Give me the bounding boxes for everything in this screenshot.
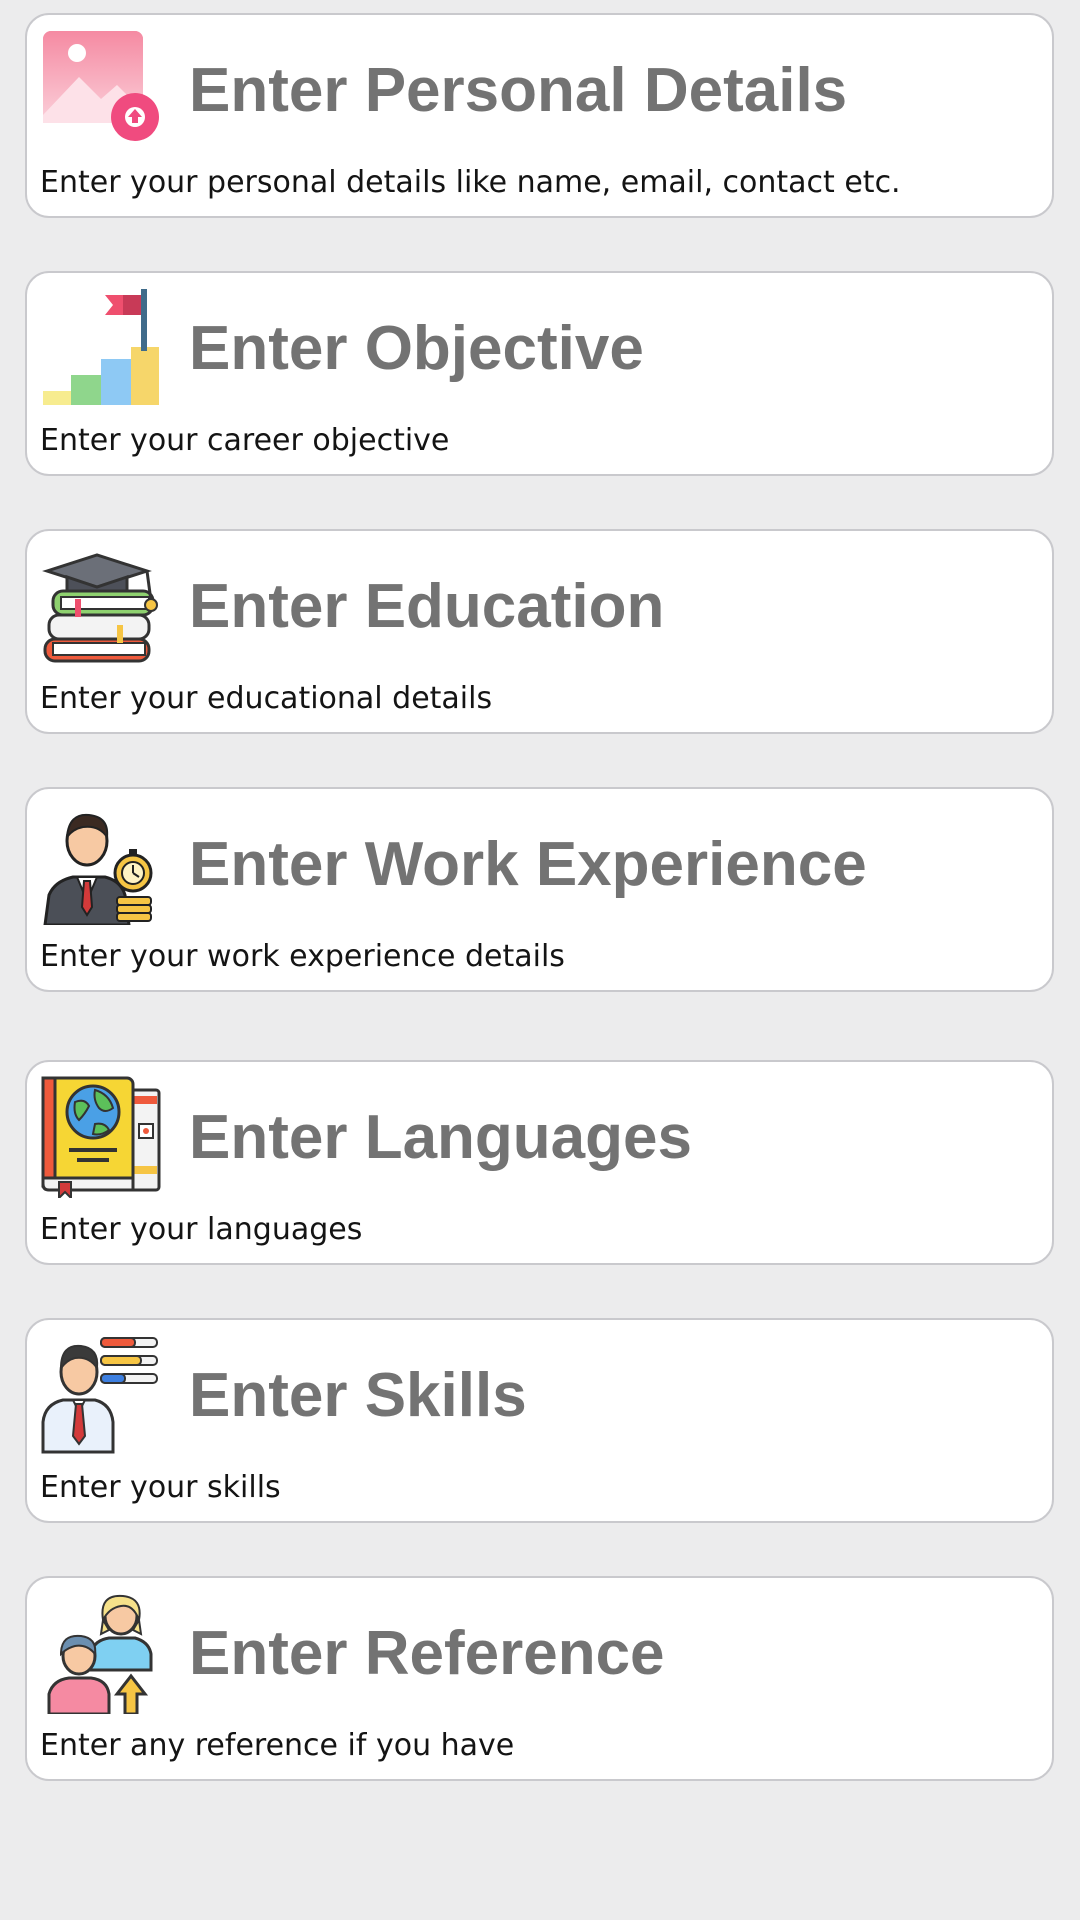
card-title: Enter Work Experience (189, 830, 867, 899)
card-objective[interactable]: Enter Objective Enter your career object… (25, 271, 1054, 476)
card-description: Enter your career objective (40, 423, 450, 458)
card-title: Enter Objective (189, 314, 644, 383)
card-title: Enter Reference (189, 1619, 665, 1688)
card-description: Enter your personal details like name, e… (40, 165, 901, 200)
card-languages[interactable]: Enter Languages Enter your languages (25, 1060, 1054, 1265)
card-education[interactable]: Enter Education Enter your educational d… (25, 529, 1054, 734)
person-skills-bars-icon (39, 1332, 163, 1456)
people-reference-icon (39, 1590, 163, 1714)
card-title: Enter Education (189, 572, 665, 641)
card-work-experience[interactable]: Enter Work Experience Enter your work ex… (25, 787, 1054, 992)
card-title: Enter Languages (189, 1103, 692, 1172)
card-personal-details[interactable]: Enter Personal Details Enter your person… (25, 13, 1054, 218)
card-skills[interactable]: Enter Skills Enter your skills (25, 1318, 1054, 1523)
graduation-books-icon (39, 543, 163, 667)
goal-flag-steps-icon (39, 285, 163, 409)
card-description: Enter your educational details (40, 681, 493, 716)
card-title: Enter Skills (189, 1361, 527, 1430)
card-title: Enter Personal Details (189, 56, 848, 125)
businessman-stopwatch-icon (39, 801, 163, 925)
card-description: Enter any reference if you have (40, 1728, 515, 1763)
card-description: Enter your work experience details (40, 939, 565, 974)
card-reference[interactable]: Enter Reference Enter any reference if y… (25, 1576, 1054, 1781)
card-description: Enter your skills (40, 1470, 281, 1505)
card-description: Enter your languages (40, 1212, 363, 1247)
globe-book-icon (39, 1074, 163, 1198)
image-upload-icon (39, 27, 163, 151)
